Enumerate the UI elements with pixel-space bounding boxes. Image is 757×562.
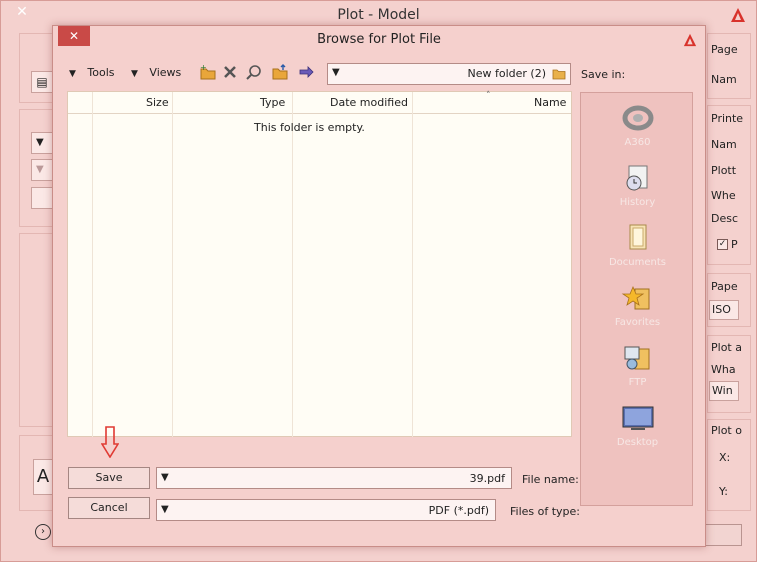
up-folder-icon[interactable] — [271, 63, 289, 81]
outer-plot-to-file-checkbox[interactable]: ✓ — [717, 239, 728, 250]
files-of-type-label: Files of type: — [510, 505, 581, 518]
outer-left-combo-2[interactable]: ▼ — [31, 159, 53, 181]
places-bar: A360 History Documents Favorites FTP Des… — [580, 92, 693, 506]
place-desktop-label: Desktop — [616, 437, 659, 448]
place-documents[interactable]: Documents — [581, 223, 694, 281]
files-of-type-caret-icon: ▼ — [161, 504, 169, 515]
favorites-icon — [621, 285, 650, 310]
down-arrow-annotation-icon — [101, 426, 119, 458]
column-header-date-modified[interactable]: Date modified — [330, 96, 408, 109]
history-icon — [626, 165, 648, 191]
place-ftp-label: FTP — [628, 377, 647, 388]
outer-label-where: Whe — [711, 189, 736, 202]
views-caret-icon: ▼ — [131, 69, 138, 79]
save-in-combo[interactable]: ▼ New folder (2) — [327, 63, 571, 85]
column-divider — [92, 92, 93, 437]
outer-label-name: Nam — [711, 73, 737, 86]
outer-left-badge: A — [33, 459, 53, 495]
delete-icon[interactable] — [221, 63, 239, 81]
outer-label-plot-to-file: P — [731, 238, 738, 251]
svg-text:+: + — [200, 63, 207, 72]
outer-label-description: Desc — [711, 212, 739, 225]
outer-label-what-to-plot: Wha — [711, 363, 736, 376]
outer-left-icon-button[interactable]: ▤ — [31, 71, 53, 93]
views-menu[interactable]: ▼ Views — [131, 64, 181, 82]
column-divider — [412, 92, 413, 437]
outer-label-printer: Printe — [711, 112, 744, 125]
outer-what-to-plot-combo[interactable]: Win — [709, 381, 739, 401]
search-web-icon[interactable] — [245, 63, 263, 81]
column-header-name[interactable]: Name — [534, 96, 566, 109]
save-in-value: New folder (2) — [467, 67, 547, 80]
outer-left-combo-1[interactable]: ▼ — [31, 132, 53, 154]
outer-label-plot-offset: Plot o — [711, 424, 742, 437]
dialog-title-bar: ✕ Browse for Plot File — [53, 26, 705, 54]
outer-label-printer-name: Nam — [711, 138, 737, 151]
folder-icon — [552, 69, 566, 80]
autocad-logo-icon — [683, 33, 697, 47]
sort-ascending-icon: ˄ — [486, 91, 491, 101]
outer-window-title: Plot - Model — [337, 7, 420, 23]
place-a360[interactable]: A360 — [581, 103, 694, 161]
ftp-icon — [624, 346, 650, 370]
place-a360-label: A360 — [624, 137, 651, 148]
file-name-value: 39.pdf — [469, 472, 505, 485]
column-divider — [292, 92, 293, 437]
place-ftp[interactable]: FTP — [581, 343, 694, 401]
cancel-button[interactable]: Cancel — [68, 497, 150, 519]
outer-left-field[interactable] — [31, 187, 53, 209]
place-desktop[interactable]: Desktop — [581, 403, 694, 461]
file-name-label: File name: — [522, 473, 579, 486]
outer-label-page: Page — [711, 43, 738, 56]
save-button[interactable]: Save — [68, 467, 150, 489]
file-list-header: Size Type Date modified Name ˄ — [68, 91, 571, 114]
tools-caret-icon: ▼ — [69, 69, 76, 79]
column-header-type[interactable]: Type — [260, 96, 285, 109]
outer-label-paper: Pape — [711, 280, 738, 293]
outer-label-x: X: — [719, 451, 731, 464]
outer-right-frame-printer — [707, 105, 751, 265]
autocad-logo-icon — [731, 8, 745, 22]
desktop-icon — [622, 406, 654, 430]
back-arrow-icon[interactable] — [297, 63, 315, 81]
outer-help-icon[interactable]: › — [35, 524, 51, 540]
browse-plot-file-dialog: ✕ Browse for Plot File ▼ Tools ▼ Views +… — [52, 25, 706, 547]
dialog-title: Browse for Plot File — [317, 32, 441, 47]
documents-icon — [629, 224, 647, 250]
place-documents-label: Documents — [608, 257, 667, 268]
tools-menu[interactable]: ▼ Tools — [69, 64, 115, 82]
save-in-label: Save in: — [581, 68, 626, 81]
tools-label: Tools — [87, 66, 115, 79]
a360-icon — [622, 105, 654, 131]
outer-label-plotter: Plott — [711, 164, 737, 177]
new-folder-icon[interactable]: + — [199, 63, 217, 81]
place-favorites[interactable]: Favorites — [581, 283, 694, 341]
files-of-type-value: PDF (*.pdf) — [428, 504, 489, 517]
file-name-combo[interactable]: ▼ 39.pdf — [156, 467, 512, 489]
place-favorites-label: Favorites — [614, 317, 661, 328]
outer-label-plot-area: Plot a — [711, 341, 742, 354]
empty-folder-message: This folder is empty. — [254, 121, 365, 134]
outer-paper-size-combo[interactable]: ISO — [709, 300, 739, 320]
place-history-label: History — [619, 197, 656, 208]
column-divider — [172, 92, 173, 437]
outer-left-frame-low — [19, 233, 53, 427]
files-of-type-combo[interactable]: ▼ PDF (*.pdf) — [156, 499, 496, 521]
column-header-size[interactable]: Size — [146, 96, 169, 109]
outer-label-y: Y: — [719, 485, 728, 498]
file-list[interactable]: Size Type Date modified Name ˄ This fold… — [67, 91, 572, 437]
place-history[interactable]: History — [581, 163, 694, 221]
views-label: Views — [149, 66, 182, 79]
save-in-caret-icon: ▼ — [332, 67, 340, 78]
file-name-caret-icon: ▼ — [161, 472, 169, 483]
